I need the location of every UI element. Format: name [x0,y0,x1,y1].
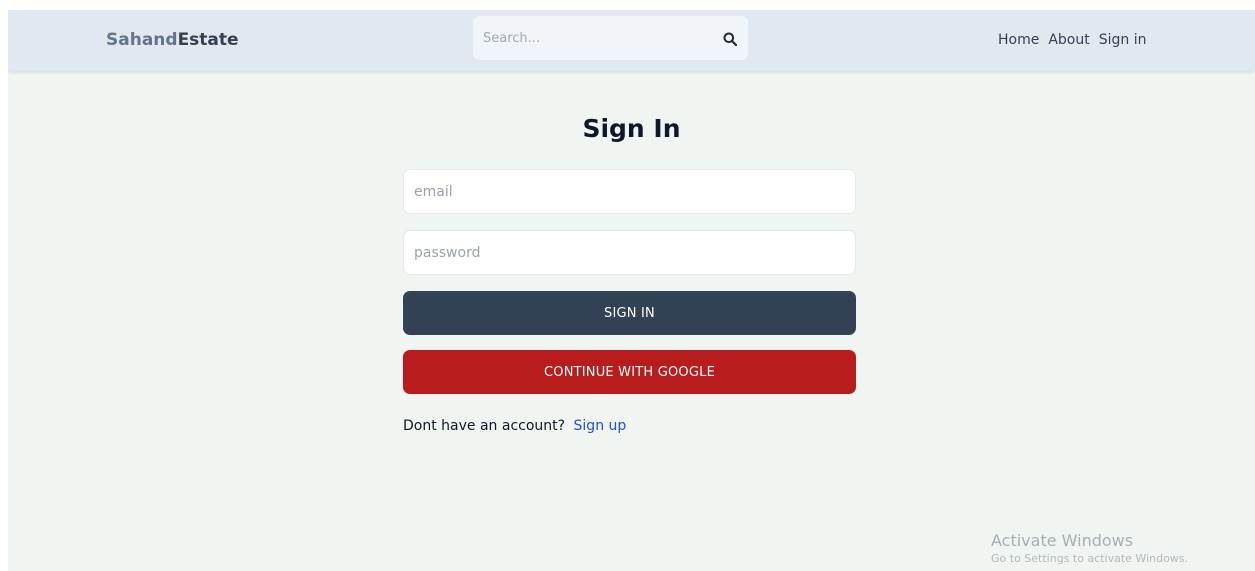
logo-part-sahand: Sahand [106,30,178,50]
password-field[interactable] [403,230,856,275]
nav-about-link[interactable]: About [1048,30,1089,50]
search-icon[interactable] [723,31,738,47]
page-title: Sign In [582,114,681,143]
continue-with-google-button[interactable]: CONTINUE WITH GOOGLE [403,350,856,394]
sign-in-button[interactable]: SIGN IN [403,291,856,335]
main-nav: Home About Sign in [998,30,1147,50]
email-field[interactable] [403,169,856,214]
activate-windows-title: Activate Windows [991,531,1134,550]
nav-home-link[interactable]: Home [998,30,1039,50]
activate-windows-subtitle: Go to Settings to activate Windows. [991,552,1189,565]
sign-up-prompt: Dont have an account? Sign up [403,416,626,436]
nav-sign-in-link[interactable]: Sign in [1099,30,1147,50]
logo-part-estate: Estate [177,30,239,50]
account-prompt-text: Dont have an account? [403,418,566,434]
search-input[interactable] [483,28,708,48]
activate-windows-watermark: Activate Windows Go to Settings to activ… [991,531,1188,566]
logo[interactable]: SahandEstate [106,29,239,51]
app-frame: SahandEstate Home About Sign in Sign In … [8,10,1255,571]
header: SahandEstate Home About Sign in [8,10,1255,71]
sign-up-link[interactable]: Sign up [574,418,627,434]
search-form [473,16,748,60]
